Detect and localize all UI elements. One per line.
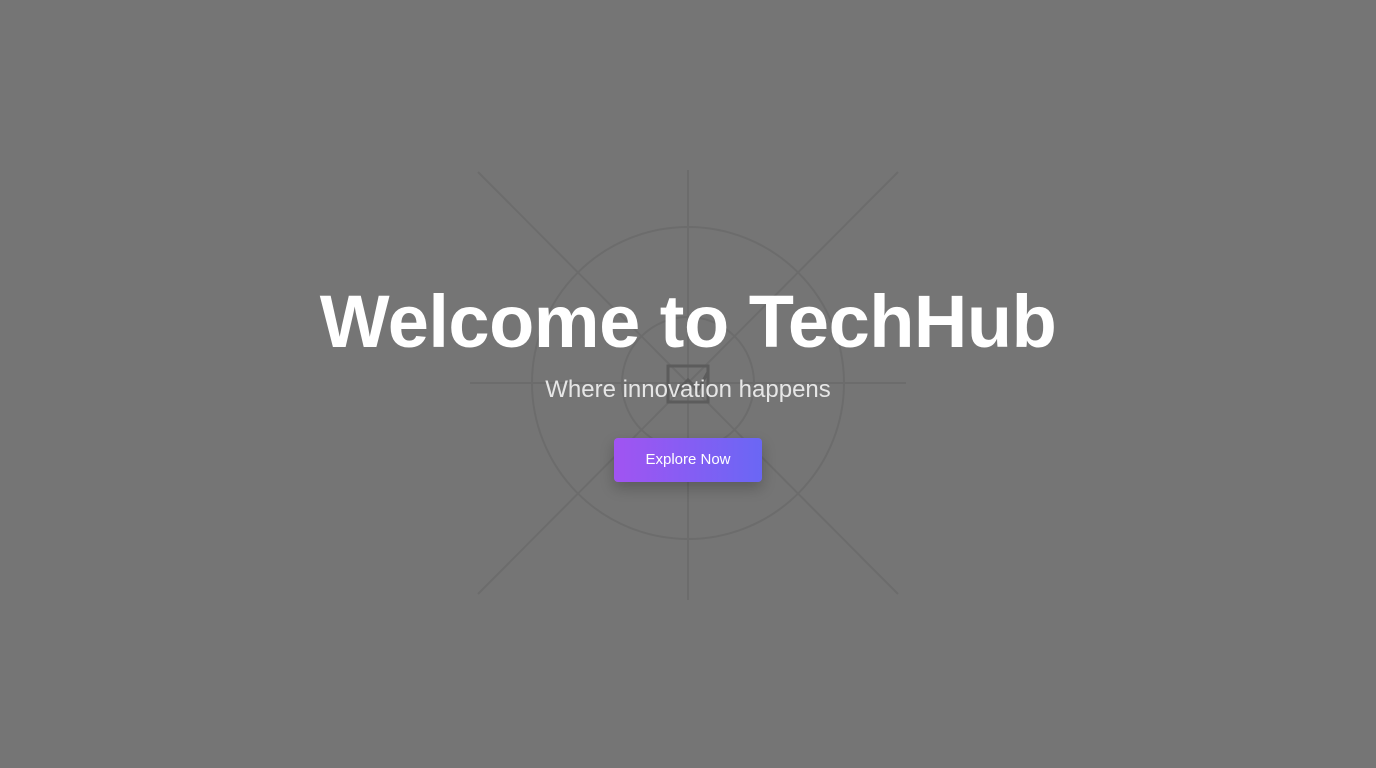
hero-section: Welcome to TechHub Where innovation happ… (0, 0, 1376, 768)
hero-content: Welcome to TechHub Where innovation happ… (0, 0, 1376, 768)
page-subtitle: Where innovation happens (545, 376, 831, 403)
page-title: Welcome to TechHub (319, 280, 1057, 363)
explore-now-button[interactable]: Explore Now (614, 438, 762, 482)
